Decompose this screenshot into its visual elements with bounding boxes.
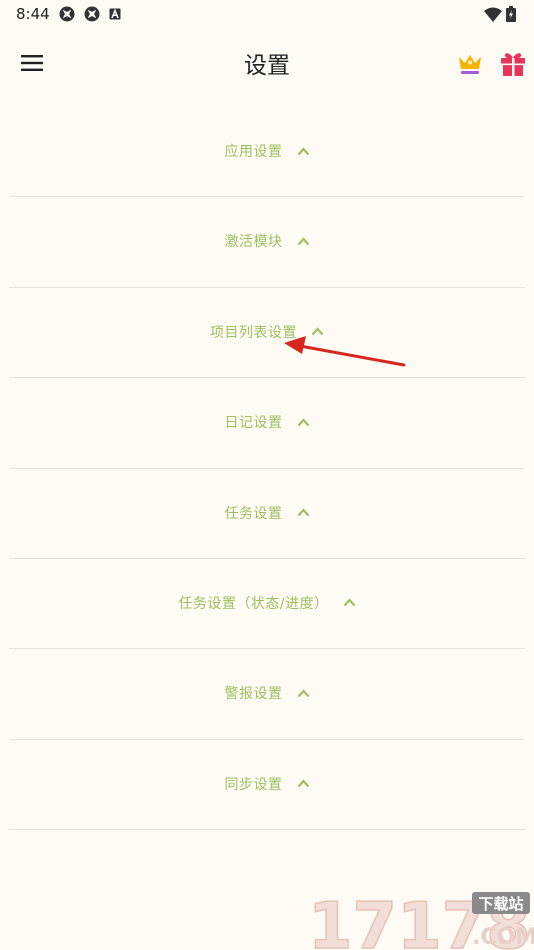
status-left: 8:44 — [16, 5, 121, 23]
app-bar: 设置 — [0, 28, 534, 98]
section-label: 项目列表设置 — [210, 324, 297, 341]
keyboard-a-icon — [109, 8, 121, 20]
section-activate-modules[interactable]: 激活模块 — [0, 197, 534, 288]
menu-button[interactable] — [12, 48, 52, 78]
status-right — [484, 6, 516, 22]
chevron-up-icon — [297, 237, 309, 246]
section-label: 警报设置 — [224, 686, 283, 703]
section-task-settings[interactable]: 任务设置 — [0, 469, 534, 559]
chevron-up-icon — [297, 508, 309, 517]
premium-button[interactable] — [456, 50, 484, 78]
gift-button[interactable] — [498, 49, 528, 79]
hamburger-menu-icon — [21, 55, 43, 71]
settings-list: 应用设置 激活模块 项目列表设置 日记设置 任务设置 任务设置（状态/进度） 警… — [0, 107, 534, 831]
app-notification-icon — [84, 6, 100, 22]
section-alert-settings[interactable]: 警报设置 — [0, 649, 534, 740]
app-notification-icon — [59, 6, 75, 22]
chevron-up-icon — [297, 146, 309, 155]
chevron-up-icon — [297, 779, 309, 788]
chevron-up-icon — [343, 598, 355, 607]
watermark-domain: .COM — [472, 925, 534, 950]
section-label: 任务设置 — [224, 505, 283, 522]
section-project-list-settings[interactable]: 项目列表设置 — [0, 288, 534, 379]
section-label: 任务设置（状态/进度） — [178, 595, 329, 612]
divider — [9, 829, 525, 831]
section-sync-settings[interactable]: 同步设置 — [0, 740, 534, 831]
section-label: 应用设置 — [224, 144, 283, 160]
page-title: 设置 — [244, 53, 290, 79]
section-task-status-settings[interactable]: 任务设置（状态/进度） — [0, 559, 534, 650]
status-bar: 8:44 — [0, 0, 534, 28]
chevron-up-icon — [297, 418, 309, 426]
section-label: 同步设置 — [224, 776, 283, 793]
section-label: 激活模块 — [224, 234, 283, 251]
watermark-logo: 17178 下载站 .COM — [308, 889, 534, 950]
chevron-up-icon — [311, 327, 324, 336]
section-label: 日记设置 — [224, 415, 283, 432]
battery-icon — [506, 6, 516, 22]
chevron-up-icon — [297, 689, 309, 698]
status-time: 8:44 — [16, 5, 50, 23]
wifi-icon — [484, 7, 502, 22]
watermark-tag: 下载站 — [478, 895, 523, 913]
section-diary-settings[interactable]: 日记设置 — [0, 378, 534, 469]
crown-icon — [459, 55, 481, 74]
section-app-settings[interactable]: 应用设置 — [0, 107, 534, 198]
gift-icon — [501, 53, 525, 76]
